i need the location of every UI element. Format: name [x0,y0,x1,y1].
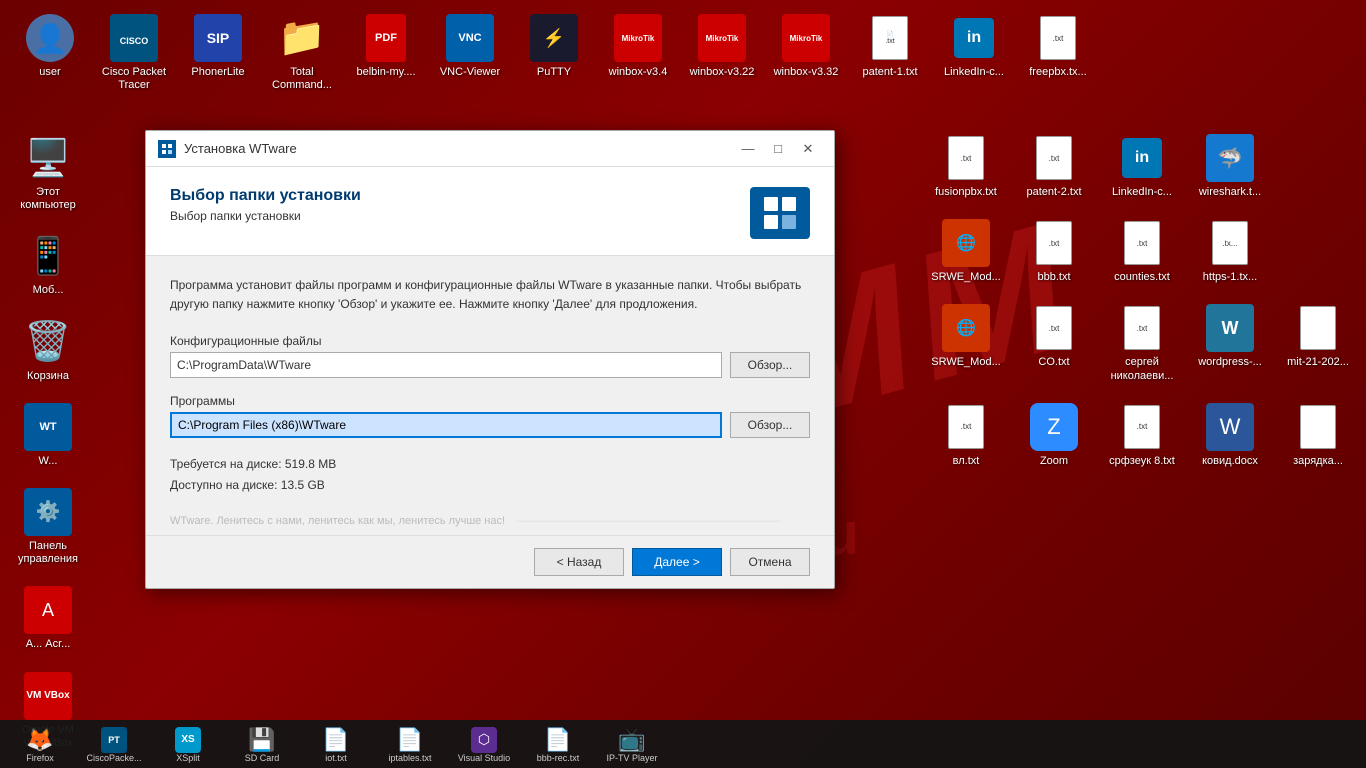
taskbar-iptables[interactable]: 📄 iptables.txt [374,724,446,765]
icon-wordpress[interactable]: W wordpress-... [1190,298,1270,388]
dialog-title-left: Установка WTware [158,140,297,158]
next-button[interactable]: Далее > [632,548,722,576]
icon-this-computer[interactable]: 🖥️ Этот компьютер [8,128,88,218]
dialog-title-icon [158,140,176,158]
icon-freepbx[interactable]: .txt freepbx.tx... [1018,8,1098,98]
config-files-group: Конфигурационные файлы Обзор... [170,334,810,378]
dialog-close-button[interactable]: ✕ [794,137,822,161]
taskbar-sdcard[interactable]: 💾 SD Card [226,724,298,765]
taskbar-xsplit[interactable]: XS XSplit [152,724,224,765]
dialog-footer-watermark: WTware. Ленитесь с нами, ленитесь как мы… [146,515,834,536]
icon-co[interactable]: .txt CO.txt [1014,298,1094,388]
icon-srwe-mod1[interactable]: 🌐 SRWE_Mod... [926,213,1006,290]
icon-patent1[interactable]: 📄 .txt patent-1.txt [850,8,930,98]
top-icons-row: 👤 user CISCO Cisco Packet Tracer SIP Pho… [0,0,1366,106]
icon-acrobat[interactable]: A А... Acr... [8,580,88,657]
icon-vl[interactable]: .txt вл.txt [926,397,1006,474]
xsplit-taskbar-icon: XS [175,726,201,754]
dialog-header-subtitle: Выбор папки установки [170,209,361,223]
cancel-button[interactable]: Отмена [730,548,810,576]
taskbar-cisco[interactable]: PT CiscoPacke... [78,724,150,765]
dialog-header-title: Выбор папки установки [170,187,361,205]
icon-recycle-bin[interactable]: 🗑️ Корзина [8,312,88,389]
icon-srfzeuk[interactable]: .txt срфзеук 8.txt [1102,397,1182,474]
icon-linkedin2[interactable]: in LinkedIn-c... [1102,128,1182,205]
dialog-header-text: Выбор папки установки Выбор папки устано… [170,187,361,223]
dialog-titlebar: Установка WTware — □ ✕ [146,131,834,167]
firefox-taskbar-icon: 🦊 [26,726,53,754]
programs-group: Программы Обзор... [170,394,810,438]
icon-fusionpbx[interactable]: .txt fusionpbx.txt [926,128,1006,205]
icon-total-commander[interactable]: 📁 Total Command... [262,8,342,98]
programs-row: Обзор... [170,412,810,438]
dialog-maximize-button[interactable]: □ [764,137,792,161]
icon-srwe-mod2[interactable]: 🌐 SRWE_Mod... [926,298,1006,388]
taskbar-iot[interactable]: 📄 iot.txt [300,724,372,765]
cisco-taskbar-icon: PT [101,726,127,754]
icon-wireshark[interactable]: 🦈 wireshark.t... [1190,128,1270,205]
dialog-minimize-button[interactable]: — [734,137,762,161]
icon-winbox-v322[interactable]: MikroTik winbox-v3.22 [682,8,762,98]
dialog-buttons: < Назад Далее > Отмена [146,536,834,588]
disk-required-text: Требуется на диске: 519.8 MB [170,454,810,474]
bbb-rec-taskbar-icon: 📄 [544,726,571,754]
iptables-taskbar-icon: 📄 [396,726,423,754]
icon-vnc-viewer[interactable]: VNC VNC-Viewer [430,8,510,98]
icon-sergei[interactable]: .txt сергей николаеви... [1102,298,1182,388]
desktop: DICOMM www.dicomm.ru 👤 user CISCO Cisco … [0,0,1366,768]
icon-mobile[interactable]: 📱 Моб... [8,226,88,303]
icon-patent2[interactable]: .txt patent-2.txt [1014,128,1094,205]
icon-control-panel[interactable]: ⚙️ Панель управления [8,482,88,572]
taskbar-iptv[interactable]: 📺 IP-TV Player [596,724,668,765]
dialog-body: Программа установит файлы программ и кон… [146,256,834,515]
iot-taskbar-icon: 📄 [322,726,349,754]
dialog-header: Выбор папки установки Выбор папки устано… [146,167,834,256]
dialog-description: Программа установит файлы программ и кон… [170,276,810,314]
icon-https1[interactable]: .tx... https-1.tx... [1190,213,1270,290]
taskbar-bbb-rec[interactable]: 📄 bbb-rec.txt [522,724,594,765]
dialog-window-controls: — □ ✕ [734,137,822,161]
icon-winbox-v34[interactable]: MikroTik winbox-v3.4 [598,8,678,98]
icon-mit[interactable]: mit-21-202... [1278,298,1358,388]
config-path-input[interactable] [170,352,722,378]
wtware-slogan: WTware. Ленитесь с нами, ленитесь как мы… [170,515,505,527]
icon-zoom[interactable]: Z Zoom [1014,397,1094,474]
config-browse-button[interactable]: Обзор... [730,352,810,378]
icon-wtware[interactable]: WT W... [8,397,88,474]
config-files-row: Обзор... [170,352,810,378]
svg-text:CISCO: CISCO [120,36,149,46]
icon-cisco-packet-tracer[interactable]: CISCO Cisco Packet Tracer [94,8,174,98]
icon-kovid[interactable]: W ковид.docx [1190,397,1270,474]
icon-putty[interactable]: ⚡ PuTTY [514,8,594,98]
sdcard-taskbar-icon: 💾 [248,726,275,754]
left-icons-column: 🖥️ Этот компьютер 📱 Моб... 🗑️ Корзина WT… [0,120,96,768]
icon-belbin[interactable]: PDF belbin-my.... [346,8,426,98]
icon-winbox-v332[interactable]: MikroTik winbox-v3.32 [766,8,846,98]
icon-zaryadka[interactable]: зарядка... [1278,397,1358,474]
programs-path-input[interactable] [170,412,722,438]
icon-linkedin[interactable]: in LinkedIn-c... [934,8,1014,98]
taskbar-vs[interactable]: ⬡ Visual Studio [448,724,520,765]
icon-counties[interactable]: .txt counties.txt [1102,213,1182,290]
icon-bbb[interactable]: .txt bbb.txt [1014,213,1094,290]
back-button[interactable]: < Назад [534,548,624,576]
taskbar-firefox[interactable]: 🦊 Firefox [4,724,76,765]
config-files-label: Конфигурационные файлы [170,334,810,348]
installer-dialog: Установка WTware — □ ✕ Выбор папки устан… [145,130,835,589]
programs-label: Программы [170,394,810,408]
dialog-title-text: Установка WTware [184,141,297,156]
disk-info: Требуется на диске: 519.8 MB Доступно на… [170,454,810,495]
vs-taskbar-icon: ⬡ [471,726,497,754]
disk-available-text: Доступно на диске: 13.5 GB [170,475,810,495]
icon-user[interactable]: 👤 user [10,8,90,98]
right-icons-grid: .txt fusionpbx.txt .txt patent-2.txt in … [918,120,1366,482]
iptv-taskbar-icon: 📺 [618,726,645,754]
programs-browse-button[interactable]: Обзор... [730,412,810,438]
taskbar: 🦊 Firefox PT CiscoPacke... XS XSplit 💾 S… [0,720,1366,768]
dialog-header-icon [750,187,810,239]
icon-phonerlite[interactable]: SIP PhonerLite [178,8,258,98]
